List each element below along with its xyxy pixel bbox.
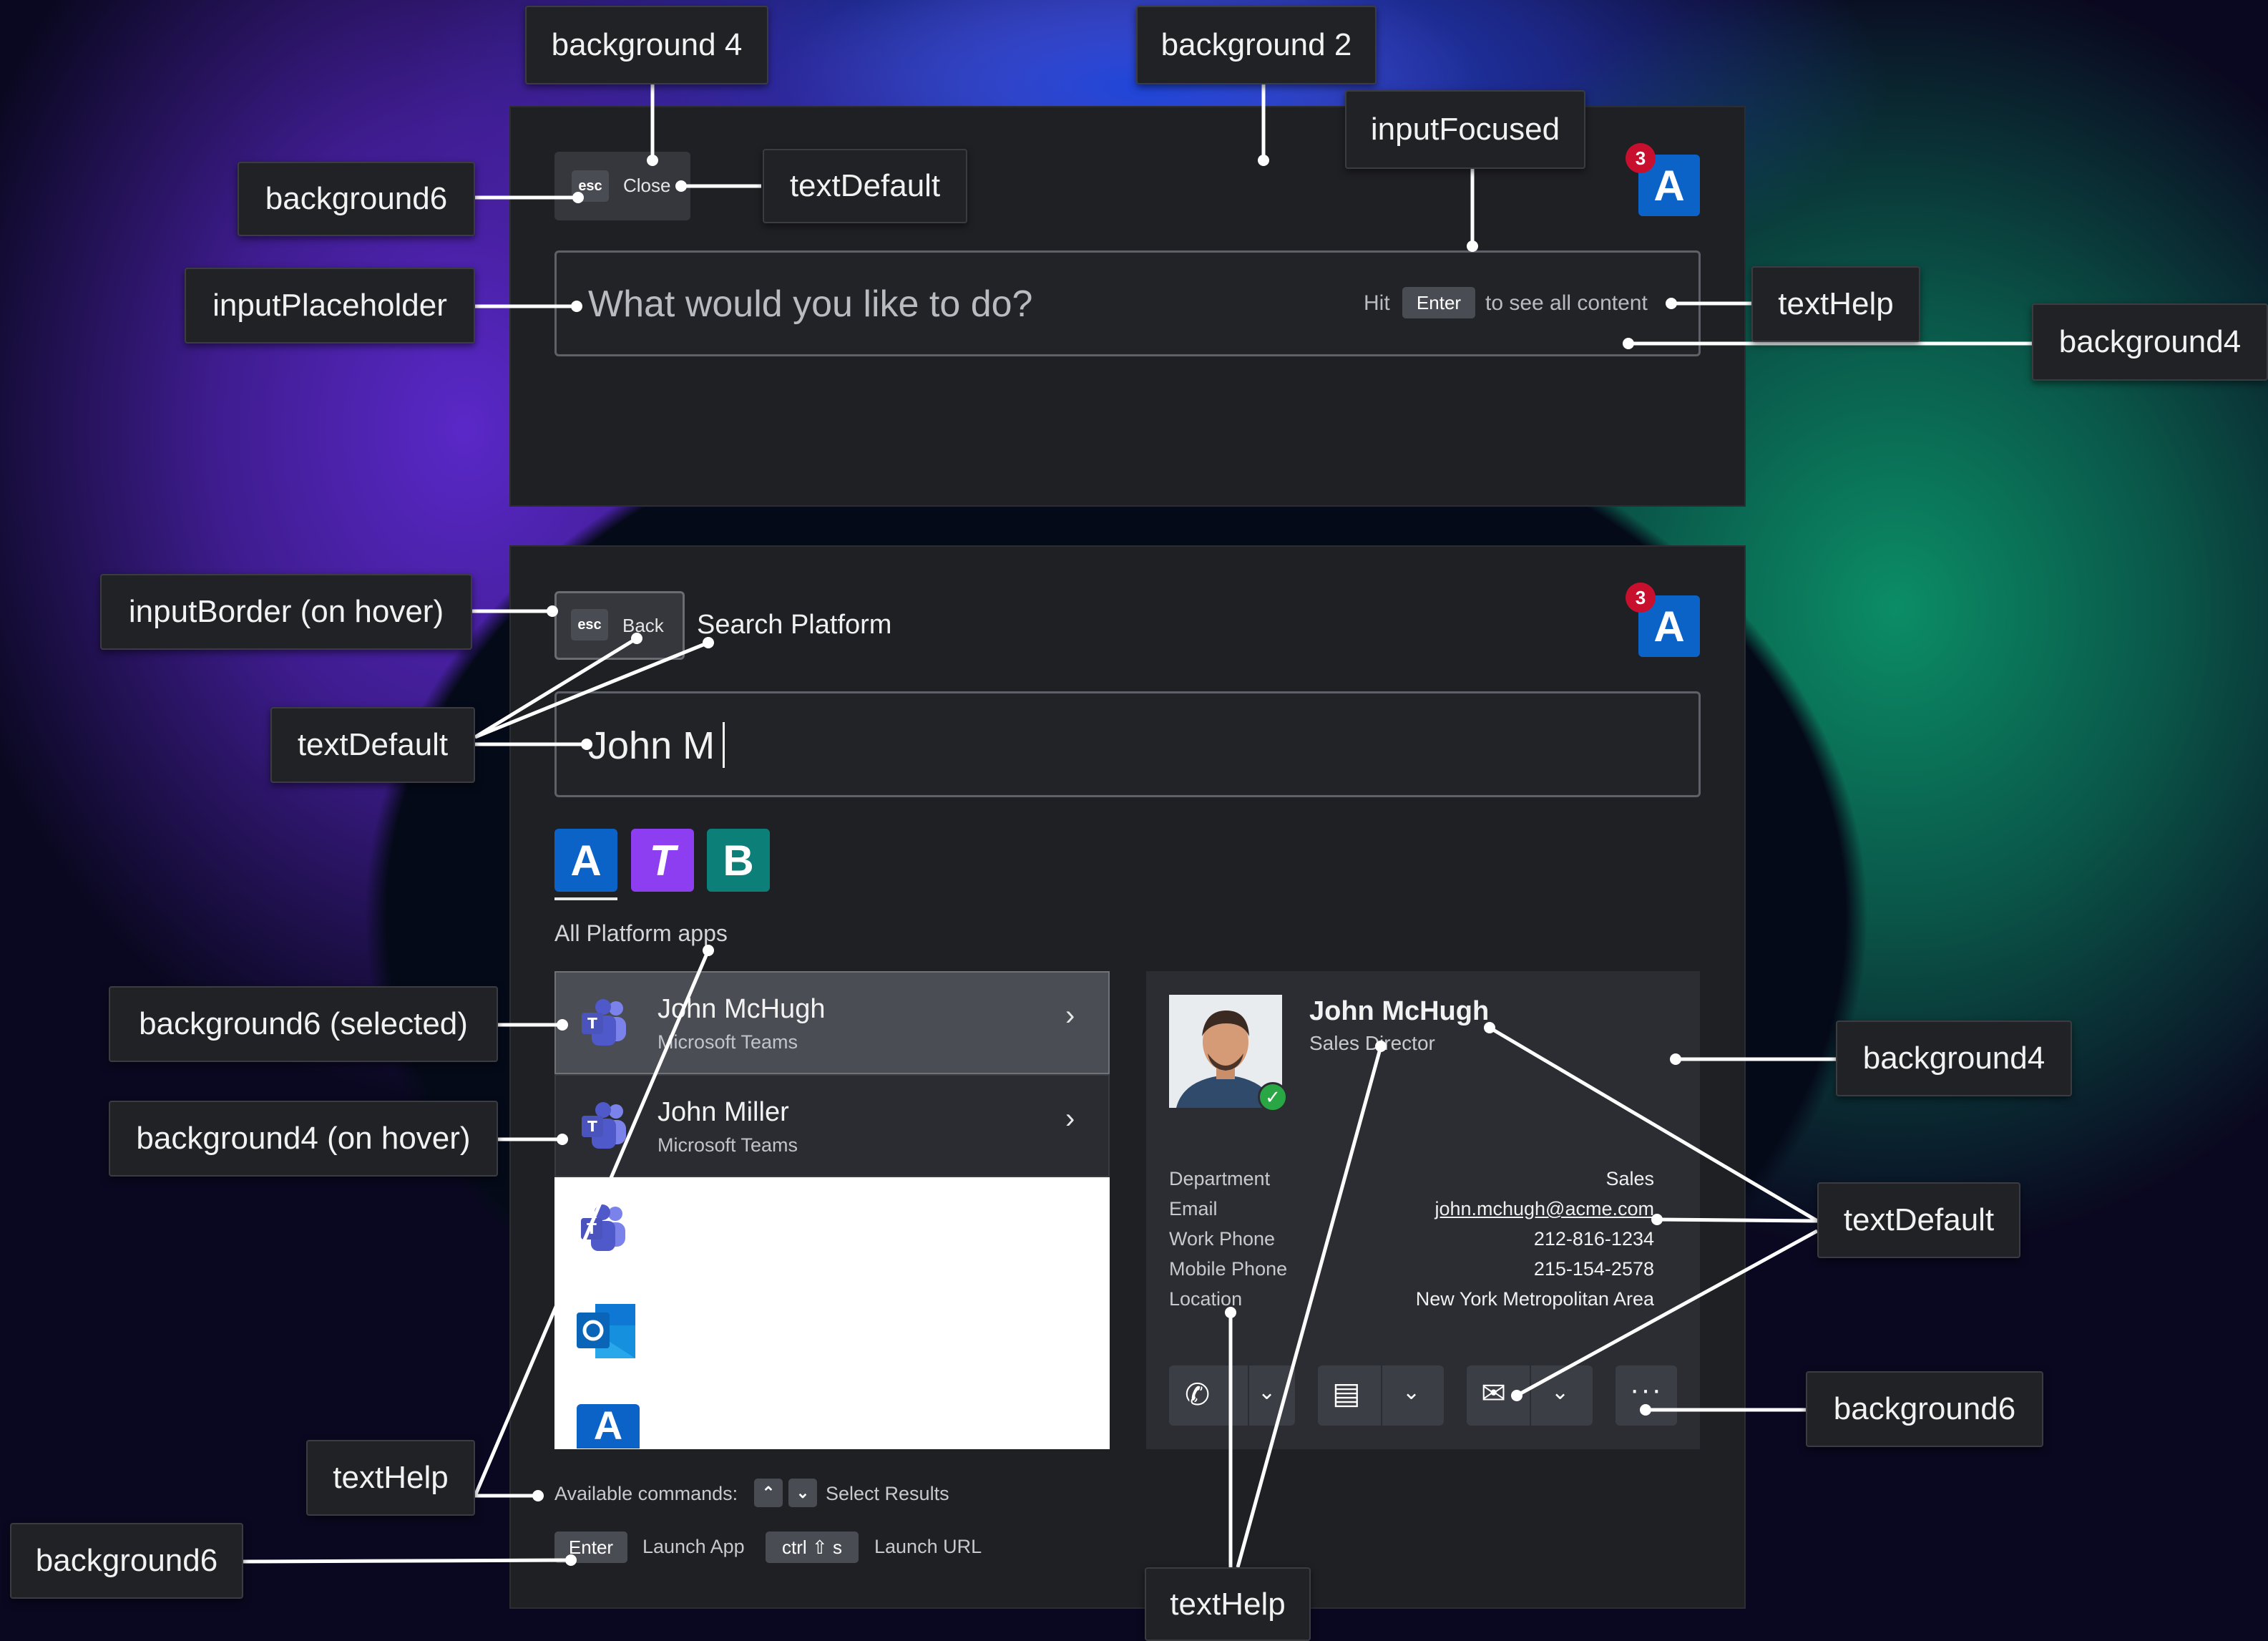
annotation-background6-top: background6 [238, 162, 475, 236]
annotation-background6-selected: background6 (selected) [109, 986, 498, 1062]
annotation-background6-bottom: background6 [10, 1523, 243, 1599]
annotation-text-help-top: textHelp [1751, 266, 1920, 342]
annotation-background4-hover: background4 (on hover) [109, 1101, 498, 1177]
annotation-input-placeholder: inputPlaceholder [185, 268, 475, 344]
annotation-text-help-bottom: textHelp [1145, 1567, 1311, 1641]
annotation-input-border-hover: inputBorder (on hover) [100, 574, 472, 650]
annotation-input-focused: inputFocused [1345, 90, 1585, 169]
annotation-text-default-right: textDefault [1817, 1182, 2020, 1258]
annotation-background-4-top: background 4 [525, 6, 768, 84]
annotation-text-default-top: textDefault [763, 149, 967, 223]
annotation-text-help-left: textHelp [306, 1440, 475, 1516]
annotation-text-default-left: textDefault [270, 707, 475, 783]
annotation-background4-right-mid: background4 [1836, 1021, 2072, 1096]
annotation-background4-right-top: background4 [2032, 303, 2268, 381]
annotation-background6-right: background6 [1806, 1371, 2043, 1447]
annotation-background-2: background 2 [1136, 6, 1377, 84]
